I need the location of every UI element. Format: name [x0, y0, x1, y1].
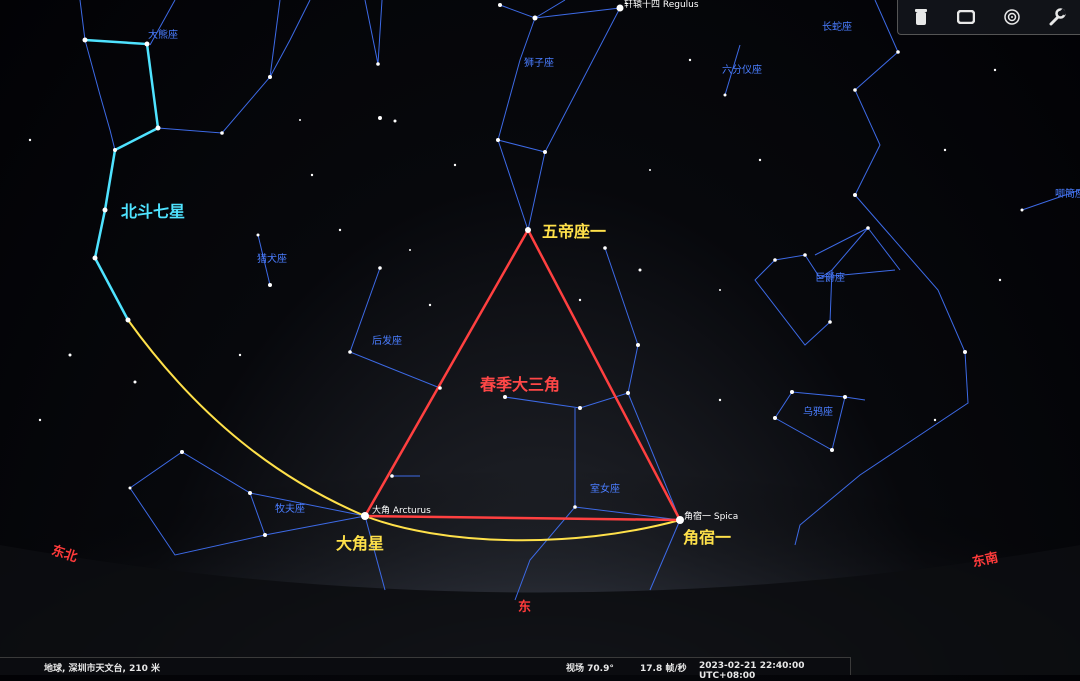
window-icon[interactable]: [955, 6, 977, 28]
sky-view[interactable]: [0, 0, 1080, 675]
label-arcturus-big: 大角星: [336, 534, 385, 553]
label-hydra: 长蛇座: [822, 22, 852, 33]
label-arcturus: 大角 Arcturus: [372, 506, 431, 516]
label-sextans: 六分仪座: [722, 65, 762, 76]
status-datetime[interactable]: 2023-02-21 22:40:00 UTC+08:00: [699, 661, 850, 681]
trash-icon[interactable]: [910, 6, 932, 28]
label-corvus: 乌鸦座: [803, 407, 833, 418]
label-virgo: 室女座: [590, 484, 620, 495]
label-antlia: 唧筒座: [1055, 189, 1080, 200]
direction-east: 东: [518, 600, 532, 615]
label-denebola: 五帝座一: [542, 222, 607, 241]
label-big-dipper: 北斗七星: [121, 202, 186, 221]
label-crater: 巨爵座: [815, 273, 845, 284]
wrench-icon[interactable]: [1046, 6, 1068, 28]
label-regulus: 轩辕十四 Regulus: [624, 0, 699, 10]
label-spring-triangle: 春季大三角: [480, 375, 561, 394]
toolbar: [897, 0, 1080, 35]
label-spica-big: 角宿一: [683, 528, 732, 547]
status-bar: 地球, 深圳市天文台, 210 米 视场 70.9° 17.8 帧/秒 2023…: [0, 657, 851, 681]
status-location[interactable]: 地球, 深圳市天文台, 210 米: [44, 661, 160, 674]
status-fps: 17.8 帧/秒: [640, 664, 687, 674]
label-spica: 角宿一 Spica: [684, 512, 739, 522]
label-coma: 后发座: [372, 336, 402, 347]
label-ursa-major: 大熊座: [148, 30, 178, 41]
label-leo: 狮子座: [524, 58, 554, 69]
target-icon[interactable]: [1001, 6, 1023, 28]
label-bootes: 牧夫座: [275, 504, 305, 515]
label-canes-venatici: 猎犬座: [257, 254, 287, 265]
status-fov: 视场 70.9°: [566, 664, 614, 674]
